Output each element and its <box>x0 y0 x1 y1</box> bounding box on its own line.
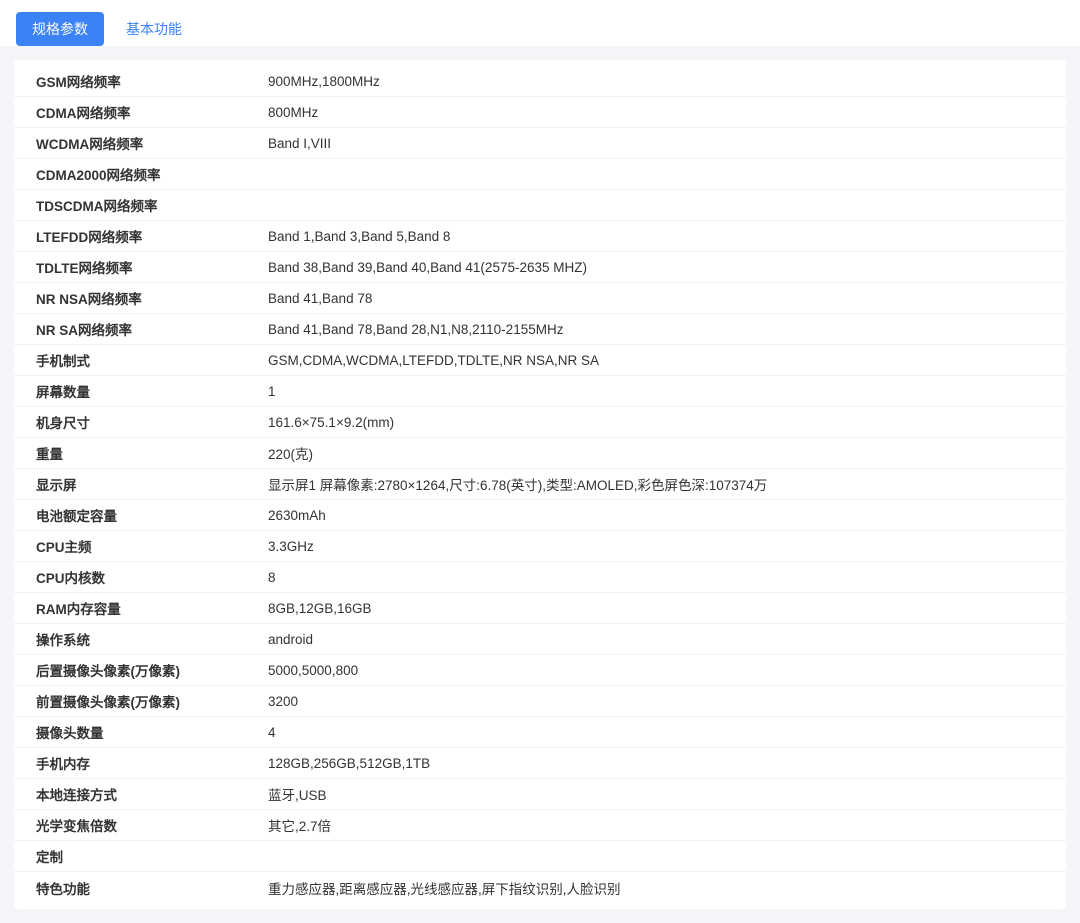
spec-value: 蓝牙,USB <box>268 784 1044 804</box>
spec-row: 手机制式GSM,CDMA,WCDMA,LTEFDD,TDLTE,NR NSA,N… <box>14 345 1066 376</box>
spec-label: 手机制式 <box>36 350 268 370</box>
spec-row: GSM网络频率900MHz,1800MHz <box>14 66 1066 97</box>
spec-label: 定制 <box>36 846 268 866</box>
spec-label: CDMA2000网络频率 <box>36 164 268 184</box>
spec-label: LTEFDD网络频率 <box>36 226 268 246</box>
spec-label: CDMA网络频率 <box>36 102 268 122</box>
spec-label: 显示屏 <box>36 474 268 494</box>
spec-row: 电池额定容量2630mAh <box>14 500 1066 531</box>
spec-value: Band I,VIII <box>268 136 1044 151</box>
spec-row: NR NSA网络频率Band 41,Band 78 <box>14 283 1066 314</box>
spec-row: 本地连接方式蓝牙,USB <box>14 779 1066 810</box>
spec-row: LTEFDD网络频率Band 1,Band 3,Band 5,Band 8 <box>14 221 1066 252</box>
spec-label: GSM网络频率 <box>36 71 268 91</box>
spec-label: 光学变焦倍数 <box>36 815 268 835</box>
spec-row: 定制 <box>14 841 1066 872</box>
spec-label: NR NSA网络频率 <box>36 288 268 308</box>
spec-value: 800MHz <box>268 105 1044 120</box>
spec-label: 摄像头数量 <box>36 722 268 742</box>
spec-label: 手机内存 <box>36 753 268 773</box>
spec-value: 2630mAh <box>268 508 1044 523</box>
spec-value: Band 38,Band 39,Band 40,Band 41(2575-263… <box>268 260 1044 275</box>
spec-value: Band 41,Band 78,Band 28,N1,N8,2110-2155M… <box>268 322 1044 337</box>
spec-row: 摄像头数量4 <box>14 717 1066 748</box>
spec-row: 机身尺寸161.6×75.1×9.2(mm) <box>14 407 1066 438</box>
spec-value: 3200 <box>268 694 1044 709</box>
spec-row: TDLTE网络频率Band 38,Band 39,Band 40,Band 41… <box>14 252 1066 283</box>
spec-value: 其它,2.7倍 <box>268 815 1044 835</box>
spec-row: 后置摄像头像素(万像素)5000,5000,800 <box>14 655 1066 686</box>
spec-row: 特色功能重力感应器,距离感应器,光线感应器,屏下指纹识别,人脸识别 <box>14 872 1066 903</box>
spec-value: 161.6×75.1×9.2(mm) <box>268 415 1044 430</box>
spec-value: 5000,5000,800 <box>268 663 1044 678</box>
spec-row: RAM内存容量8GB,12GB,16GB <box>14 593 1066 624</box>
spec-row: 手机内存128GB,256GB,512GB,1TB <box>14 748 1066 779</box>
spec-row: WCDMA网络频率Band I,VIII <box>14 128 1066 159</box>
spec-row: CPU内核数8 <box>14 562 1066 593</box>
spec-value: 显示屏1 屏幕像素:2780×1264,尺寸:6.78(英寸),类型:AMOLE… <box>268 474 1044 494</box>
spec-label: CPU主频 <box>36 536 268 556</box>
spec-row: 屏幕数量1 <box>14 376 1066 407</box>
spec-value: 220(克) <box>268 443 1044 463</box>
spec-label: 前置摄像头像素(万像素) <box>36 691 268 711</box>
spec-row: 前置摄像头像素(万像素)3200 <box>14 686 1066 717</box>
spec-row: TDSCDMA网络频率 <box>14 190 1066 221</box>
spec-table: GSM网络频率900MHz,1800MHzCDMA网络频率800MHzWCDMA… <box>14 60 1066 909</box>
spec-label: WCDMA网络频率 <box>36 133 268 153</box>
spec-value: 128GB,256GB,512GB,1TB <box>268 756 1044 771</box>
spec-row: CDMA网络频率800MHz <box>14 97 1066 128</box>
spec-row: 显示屏显示屏1 屏幕像素:2780×1264,尺寸:6.78(英寸),类型:AM… <box>14 469 1066 500</box>
spec-label: 本地连接方式 <box>36 784 268 804</box>
spec-label: 电池额定容量 <box>36 505 268 525</box>
spec-row: 光学变焦倍数其它,2.7倍 <box>14 810 1066 841</box>
spec-label: 重量 <box>36 443 268 463</box>
spec-label: 后置摄像头像素(万像素) <box>36 660 268 680</box>
spec-value: 4 <box>268 725 1044 740</box>
spec-value: 900MHz,1800MHz <box>268 74 1044 89</box>
spec-value: GSM,CDMA,WCDMA,LTEFDD,TDLTE,NR NSA,NR SA <box>268 353 1044 368</box>
spec-value: android <box>268 632 1044 647</box>
spec-value: 1 <box>268 384 1044 399</box>
spec-label: 机身尺寸 <box>36 412 268 432</box>
spec-row: CPU主频3.3GHz <box>14 531 1066 562</box>
spec-value: 8GB,12GB,16GB <box>268 601 1044 616</box>
spec-value: 8 <box>268 570 1044 585</box>
tab-specs[interactable]: 规格参数 <box>16 12 104 46</box>
spec-value: Band 1,Band 3,Band 5,Band 8 <box>268 229 1044 244</box>
spec-label: CPU内核数 <box>36 567 268 587</box>
spec-row: 操作系统android <box>14 624 1066 655</box>
spec-label: TDLTE网络频率 <box>36 257 268 277</box>
spec-value: 3.3GHz <box>268 539 1044 554</box>
spec-row: NR SA网络频率Band 41,Band 78,Band 28,N1,N8,2… <box>14 314 1066 345</box>
tab-bar: 规格参数 基本功能 <box>0 0 1080 46</box>
tab-basic-features[interactable]: 基本功能 <box>110 12 198 46</box>
spec-label: 特色功能 <box>36 878 268 898</box>
spec-value: Band 41,Band 78 <box>268 291 1044 306</box>
spec-label: 操作系统 <box>36 629 268 649</box>
spec-label: 屏幕数量 <box>36 381 268 401</box>
spec-row: CDMA2000网络频率 <box>14 159 1066 190</box>
spec-label: TDSCDMA网络频率 <box>36 195 268 215</box>
spec-value: 重力感应器,距离感应器,光线感应器,屏下指纹识别,人脸识别 <box>268 878 1044 898</box>
spec-label: NR SA网络频率 <box>36 319 268 339</box>
spec-label: RAM内存容量 <box>36 598 268 618</box>
spec-row: 重量220(克) <box>14 438 1066 469</box>
